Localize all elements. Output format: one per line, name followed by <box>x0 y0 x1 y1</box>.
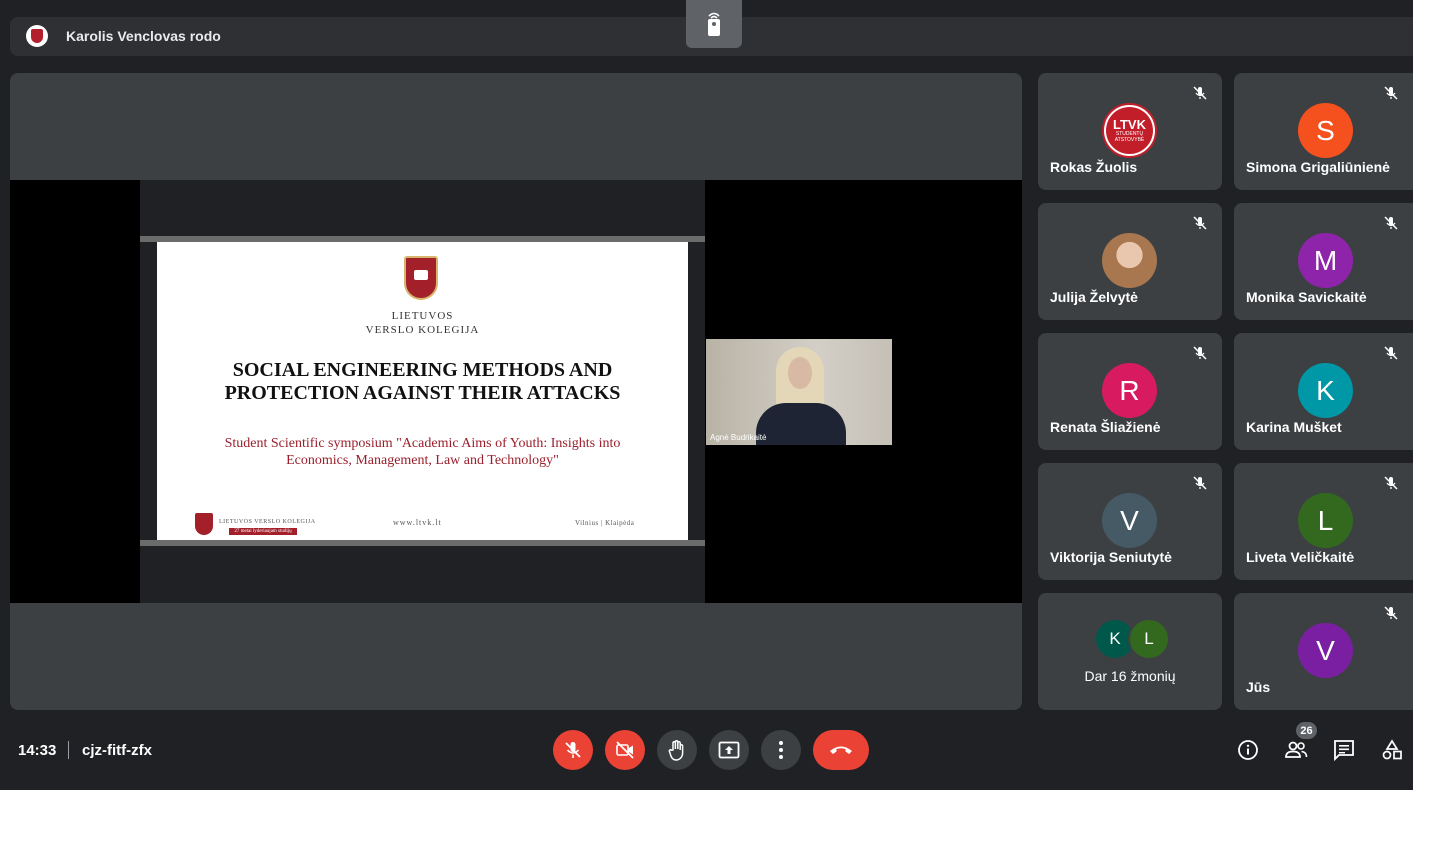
meet-window: Karolis Venclovas rodo LIETUVOS VERSLO K… <box>0 0 1413 790</box>
avatar: L <box>1298 493 1353 548</box>
footer-crest-icon <box>195 513 213 535</box>
remote-control-icon[interactable] <box>686 0 742 48</box>
college-crest-icon <box>404 256 438 300</box>
end-call-icon <box>830 746 852 754</box>
mic-off-icon <box>1193 216 1207 230</box>
slide-footer-url: www.ltvk.lt <box>393 518 442 527</box>
screen-share: LIETUVOS VERSLO KOLEGIJA SOCIAL ENGINEER… <box>140 180 705 603</box>
more-options-button[interactable] <box>761 730 801 770</box>
slide-footer-ribbon: 27 metai lyderiaujam studijų <box>229 528 297 535</box>
avatar: LTVK STUDENTŲ ATSTOVYBĖ <box>1102 103 1157 158</box>
mic-off-icon <box>1193 346 1207 360</box>
presentation-slide: LIETUVOS VERSLO KOLEGIJA SOCIAL ENGINEER… <box>157 242 688 540</box>
avatar: M <box>1298 233 1353 288</box>
participant-name: Julija Želvytė <box>1050 289 1138 305</box>
chat-icon <box>1334 740 1354 761</box>
mic-off-icon <box>1193 476 1207 490</box>
presentation-area: LIETUVOS VERSLO KOLEGIJA SOCIAL ENGINEER… <box>10 180 1022 603</box>
people-icon <box>1285 741 1308 758</box>
avatar: S <box>1298 103 1353 158</box>
avatar-logo-text: LTVK <box>1113 117 1146 132</box>
slide-title: SOCIAL ENGINEERING METHODS AND PROTECTIO… <box>224 359 621 404</box>
main-stage: LIETUVOS VERSLO KOLEGIJA SOCIAL ENGINEER… <box>10 73 1022 710</box>
ltvk-crest-icon <box>26 25 48 47</box>
participant-name: Renata Šliažienė <box>1050 419 1161 435</box>
more-options-icon <box>779 741 783 759</box>
present-screen-icon <box>718 741 740 759</box>
clock: 14:33 <box>18 742 57 759</box>
avatar: V <box>1102 493 1157 548</box>
participant-tile[interactable]: L Liveta Veličkaitė <box>1234 463 1413 580</box>
presenter-label: Karolis Venclovas rodo <box>66 28 221 44</box>
mic-off-icon <box>1384 606 1398 620</box>
participant-tile[interactable]: LTVK STUDENTŲ ATSTOVYBĖ Rokas Žuolis <box>1038 73 1222 190</box>
participant-name: Jūs <box>1246 679 1271 695</box>
more-participants-label: Dar 16 žmonių <box>1084 668 1176 684</box>
more-participants-tile[interactable]: K L Dar 16 žmonių <box>1038 593 1222 710</box>
participant-tile[interactable]: M Monika Savickaitė <box>1234 203 1413 320</box>
participant-name: Viktorija Seniutytė <box>1050 549 1172 565</box>
divider <box>68 741 69 759</box>
participant-tile[interactable]: S Simona Grigaliūnienė <box>1234 73 1413 190</box>
participant-tile[interactable]: R Renata Šliažienė <box>1038 333 1222 450</box>
avatar-logo-subtext: STUDENTŲ ATSTOVYBĖ <box>1114 131 1145 143</box>
speaker-name: Agnė Budrikaitė <box>710 433 767 442</box>
slide-subtitle: Student Scientific symposium "Academic A… <box>224 436 621 468</box>
info-button[interactable] <box>1236 738 1260 762</box>
info-icon <box>1238 740 1258 760</box>
mic-off-icon <box>1193 86 1207 100</box>
avatar: L <box>1128 618 1170 660</box>
activities-icon <box>1382 739 1402 760</box>
participant-name: Monika Savickaitė <box>1246 289 1367 305</box>
mic-off-icon <box>1384 216 1398 230</box>
raise-hand-button[interactable] <box>657 730 697 770</box>
end-call-button[interactable] <box>813 730 869 770</box>
participant-tile[interactable]: K Karina Mušket <box>1234 333 1413 450</box>
avatar: K <box>1298 363 1353 418</box>
people-count-badge: 26 <box>1296 722 1317 739</box>
people-button[interactable] <box>1284 738 1308 762</box>
participant-tile[interactable]: V Viktorija Seniutytė <box>1038 463 1222 580</box>
meeting-code: cjz-fitf-zfx <box>82 742 152 759</box>
mic-off-icon <box>1384 86 1398 100</box>
mic-off-icon <box>1384 476 1398 490</box>
self-tile[interactable]: V Jūs <box>1234 593 1413 710</box>
camera-off-icon <box>616 741 634 759</box>
avatar: R <box>1102 363 1157 418</box>
avatar: V <box>1298 623 1353 678</box>
participant-name: Simona Grigaliūnienė <box>1246 159 1390 175</box>
slide-org-line1: LIETUVOS <box>391 310 454 322</box>
avatar-photo <box>1102 233 1157 288</box>
mic-off-icon <box>565 742 581 758</box>
mic-off-icon <box>1384 346 1398 360</box>
participant-name: Rokas Žuolis <box>1050 159 1138 175</box>
speaker-video[interactable]: Agnė Budrikaitė <box>706 339 892 445</box>
slide-footer-org: LIETUVOS VERSLO KOLEGIJA <box>219 519 316 525</box>
chat-button[interactable] <box>1332 738 1356 762</box>
present-screen-button[interactable] <box>709 730 749 770</box>
raise-hand-icon <box>668 740 684 761</box>
camera-toggle-button[interactable] <box>605 730 645 770</box>
slide-org-line2: VERSLO KOLEGIJA <box>365 324 480 336</box>
participant-tile[interactable]: Julija Želvytė <box>1038 203 1222 320</box>
mic-toggle-button[interactable] <box>553 730 593 770</box>
activities-button[interactable] <box>1380 738 1404 762</box>
slide-footer-cities: Vilnius | Klaipėda <box>575 519 635 527</box>
participant-name: Karina Mušket <box>1246 419 1342 435</box>
window-taskbar <box>140 540 705 546</box>
participant-name: Liveta Veličkaitė <box>1246 549 1355 565</box>
